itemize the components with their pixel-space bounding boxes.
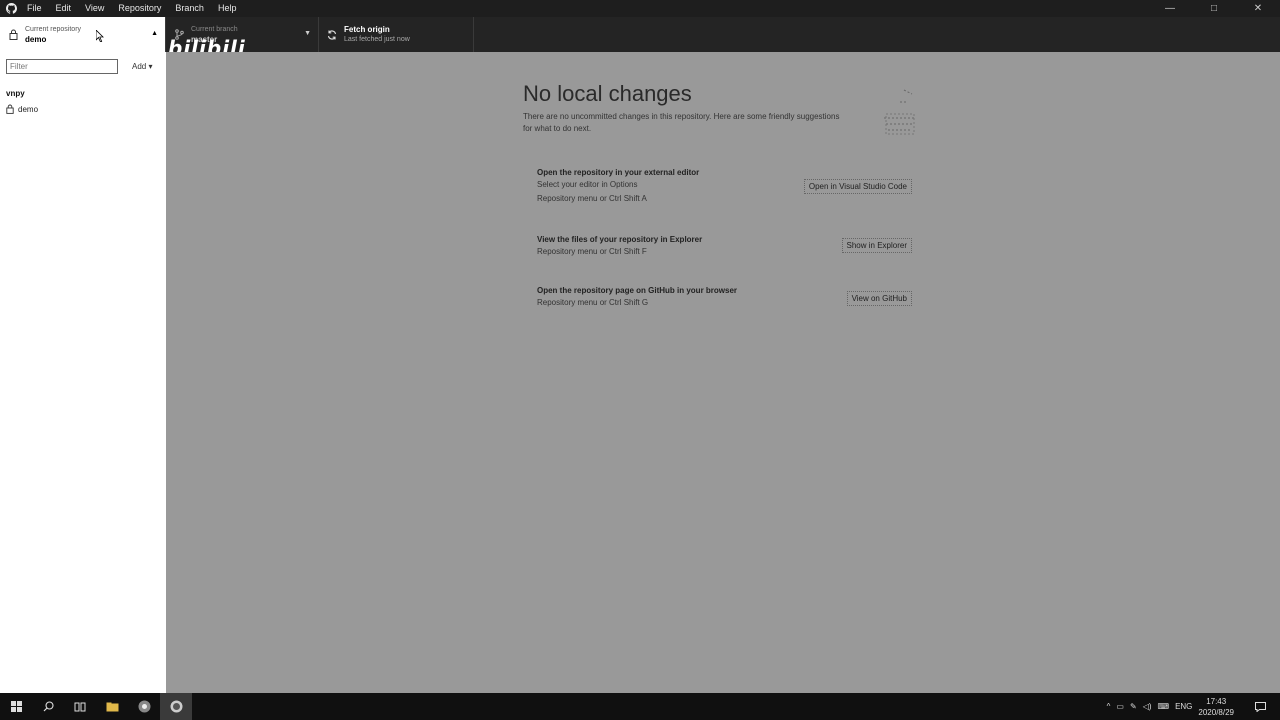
illustration-icon — [884, 89, 915, 135]
repo-lock-icon — [5, 29, 21, 40]
clock[interactable]: 17:43 2020/8/29 — [1198, 696, 1234, 718]
menu-bar: File Edit View Repository Branch Help — … — [0, 0, 1280, 17]
caret-down-icon: ▼ — [304, 30, 311, 37]
start-button[interactable] — [0, 693, 32, 720]
action-show-explorer: View the files of your repository in Exp… — [537, 235, 922, 258]
repository-group-label: vnpy — [6, 89, 25, 98]
chevron-down-icon: ▾ — [148, 61, 153, 71]
menu-file[interactable]: File — [20, 0, 49, 17]
fetch-origin-title: Fetch origin — [344, 24, 390, 34]
menu-view[interactable]: View — [78, 0, 111, 17]
sync-icon — [324, 29, 340, 40]
repository-name: demo — [18, 104, 39, 114]
maximize-button[interactable]: □ — [1192, 0, 1236, 17]
filter-row: Add ▾ — [6, 58, 156, 74]
close-button[interactable]: ✕ — [1236, 0, 1280, 17]
current-repository-label: Current repository — [25, 25, 82, 33]
show-hidden-icons-icon[interactable]: ^ — [1107, 702, 1111, 711]
open-in-editor-button[interactable]: Open in Visual Studio Code — [803, 179, 912, 194]
repository-list-panel: Add ▾ vnpy demo — [0, 52, 166, 693]
keyboard-icon[interactable]: ⌨ — [1158, 702, 1170, 711]
action-open-editor: Open the repository in your external edi… — [537, 168, 922, 205]
system-tray: ^ ▭ ✎ ◁) ⌨ ENG 17:43 2020/8/29 — [1107, 693, 1280, 720]
notification-center-icon[interactable] — [1246, 701, 1274, 712]
fetch-origin-button[interactable]: Fetch origin Last fetched just now — [319, 17, 474, 52]
no-changes-view: No local changes There are no uncommitte… — [166, 52, 1280, 693]
mouse-cursor-icon — [96, 30, 104, 42]
github-desktop-taskbar-icon[interactable] — [160, 693, 192, 720]
page-title: No local changes — [523, 81, 692, 106]
menu-edit[interactable]: Edit — [49, 0, 79, 17]
pen-icon[interactable]: ✎ — [1130, 702, 1137, 711]
minimize-button[interactable]: — — [1148, 0, 1192, 17]
file-explorer-icon[interactable] — [96, 693, 128, 720]
current-repository-name: demo — [25, 34, 47, 44]
lock-icon — [6, 104, 14, 114]
menu-help[interactable]: Help — [211, 0, 244, 17]
windows-logo-icon — [10, 701, 22, 712]
intro-text: There are no uncommitted changes in this… — [523, 112, 840, 133]
add-label: Add — [132, 61, 147, 71]
menu-branch[interactable]: Branch — [168, 0, 211, 17]
window-controls: — □ ✕ — [1148, 0, 1280, 17]
action-view-github: Open the repository page on GitHub in yo… — [537, 286, 922, 309]
show-in-explorer-button[interactable]: Show in Explorer — [841, 238, 912, 253]
clock-time: 17:43 — [1206, 696, 1227, 706]
filter-input[interactable] — [6, 58, 118, 74]
task-view-icon[interactable] — [64, 693, 96, 720]
current-branch-label: Current branch — [191, 25, 238, 33]
caret-up-icon: ▲ — [151, 30, 158, 37]
menu-repository[interactable]: Repository — [111, 0, 168, 17]
volume-icon[interactable]: ◁) — [1143, 702, 1152, 711]
network-icon[interactable]: ▭ — [1116, 702, 1124, 711]
fetch-origin-subtitle: Last fetched just now — [344, 35, 410, 43]
view-on-github-button[interactable]: View on GitHub — [846, 291, 912, 306]
browser-icon[interactable] — [128, 693, 160, 720]
action-shortcut: Repository menu or Ctrl Shift A — [537, 194, 647, 203]
repository-list-item[interactable]: demo — [6, 104, 38, 114]
action-title: Open the repository in your external edi… — [537, 168, 700, 177]
search-icon[interactable] — [32, 693, 64, 720]
clock-date: 2020/8/29 — [1198, 707, 1234, 717]
windows-taskbar: ^ ▭ ✎ ◁) ⌨ ENG 17:43 2020/8/29 — [0, 693, 1280, 720]
add-repository-button[interactable]: Add ▾ — [132, 62, 152, 71]
language-indicator[interactable]: ENG — [1175, 702, 1192, 711]
github-logo-icon — [2, 0, 20, 17]
current-repository-dropdown[interactable]: Current repository demo ▲ — [0, 17, 166, 52]
